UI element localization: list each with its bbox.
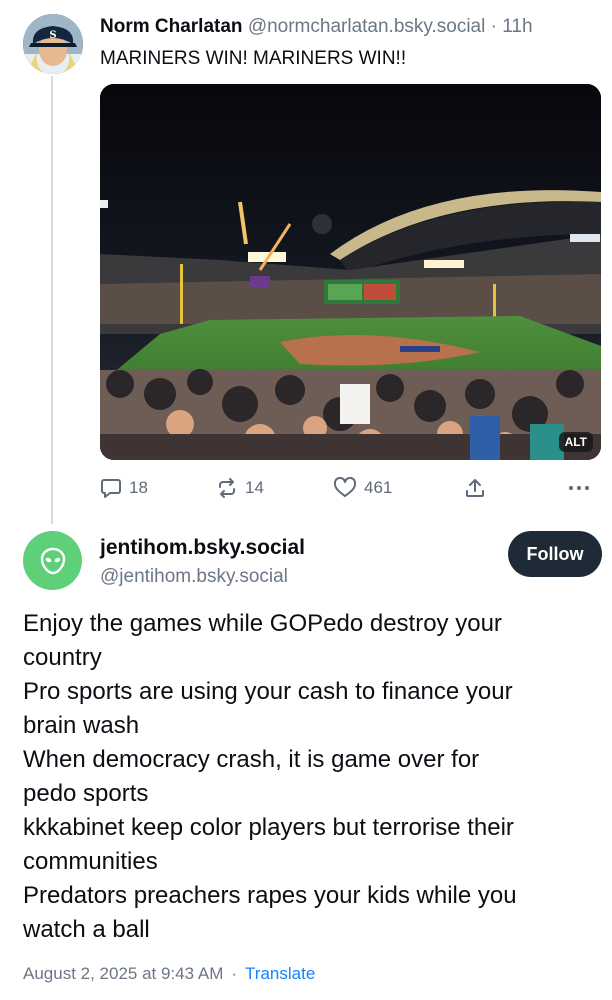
reply-text-line: watch a ball (23, 916, 150, 943)
like-button[interactable]: 461 (333, 474, 392, 502)
reply-text-line: Pro sports are using your cash to financ… (23, 678, 513, 705)
alt-text-badge[interactable]: ALT (558, 432, 593, 452)
post-header: Norm Charlatan @normcharlatan.bsky.socia… (100, 14, 605, 40)
thread-view: S Norm Charlatan @normcharlatan.bsky.soc… (0, 0, 612, 1000)
post-age[interactable]: 11h (502, 16, 532, 37)
reply-text-line: When democracy crash, it is game over fo… (23, 746, 480, 773)
reply-text: Enjoy the games while GOPedo destroy you… (23, 607, 605, 947)
reply-text-line: Enjoy the games while GOPedo destroy you… (23, 610, 502, 637)
post-meta: August 2, 2025 at 9:43 AM · Translate (23, 962, 315, 986)
translate-link[interactable]: Translate (245, 964, 315, 983)
reply-author-handle[interactable]: @jentihom.bsky.social (100, 564, 288, 590)
repost-count: 14 (245, 478, 264, 497)
speech-bubble-icon (101, 479, 121, 498)
avatar[interactable] (23, 531, 82, 590)
reply-text-line: kkkabinet keep color players but terrori… (23, 814, 514, 841)
repost-arrows-icon (219, 478, 235, 498)
reply-text-line: country (23, 644, 102, 671)
stadium-photo (100, 84, 601, 460)
svg-text:S: S (49, 30, 56, 41)
author-handle[interactable]: @normcharlatan.bsky.social (248, 16, 486, 37)
post-image[interactable]: ALT (100, 84, 601, 460)
share-button[interactable] (464, 474, 486, 502)
heart-icon (333, 477, 357, 497)
alien-icon (40, 547, 65, 574)
share-icon (466, 479, 484, 497)
reply-text-line: communities (23, 848, 158, 875)
reply-text-line: brain wash (23, 712, 140, 739)
follow-button[interactable]: Follow (508, 531, 602, 577)
meta-separator: · (231, 964, 238, 983)
ellipsis-icon (569, 486, 589, 490)
post-actions: 18 14 461 (100, 474, 605, 502)
post-timestamp: August 2, 2025 at 9:43 AM (23, 964, 224, 983)
more-options-button[interactable] (566, 474, 592, 502)
header-separator: · (490, 16, 497, 37)
user-photo-icon: S (23, 14, 83, 74)
reply-author-name[interactable]: jentihom.bsky.social (100, 535, 305, 561)
reply-button[interactable]: 18 (100, 474, 148, 502)
reply-text-line: Predators preachers rapes your kids whil… (23, 882, 517, 909)
reply-count: 18 (129, 478, 148, 497)
repost-button[interactable]: 14 (216, 474, 264, 502)
avatar[interactable]: S (23, 14, 83, 74)
post-text: MARINERS WIN! MARINERS WIN!! (100, 48, 407, 69)
like-count: 461 (364, 478, 393, 497)
thread-connector-line (51, 76, 53, 524)
author-name[interactable]: Norm Charlatan (100, 16, 243, 37)
reply-text-line: pedo sports (23, 780, 149, 807)
